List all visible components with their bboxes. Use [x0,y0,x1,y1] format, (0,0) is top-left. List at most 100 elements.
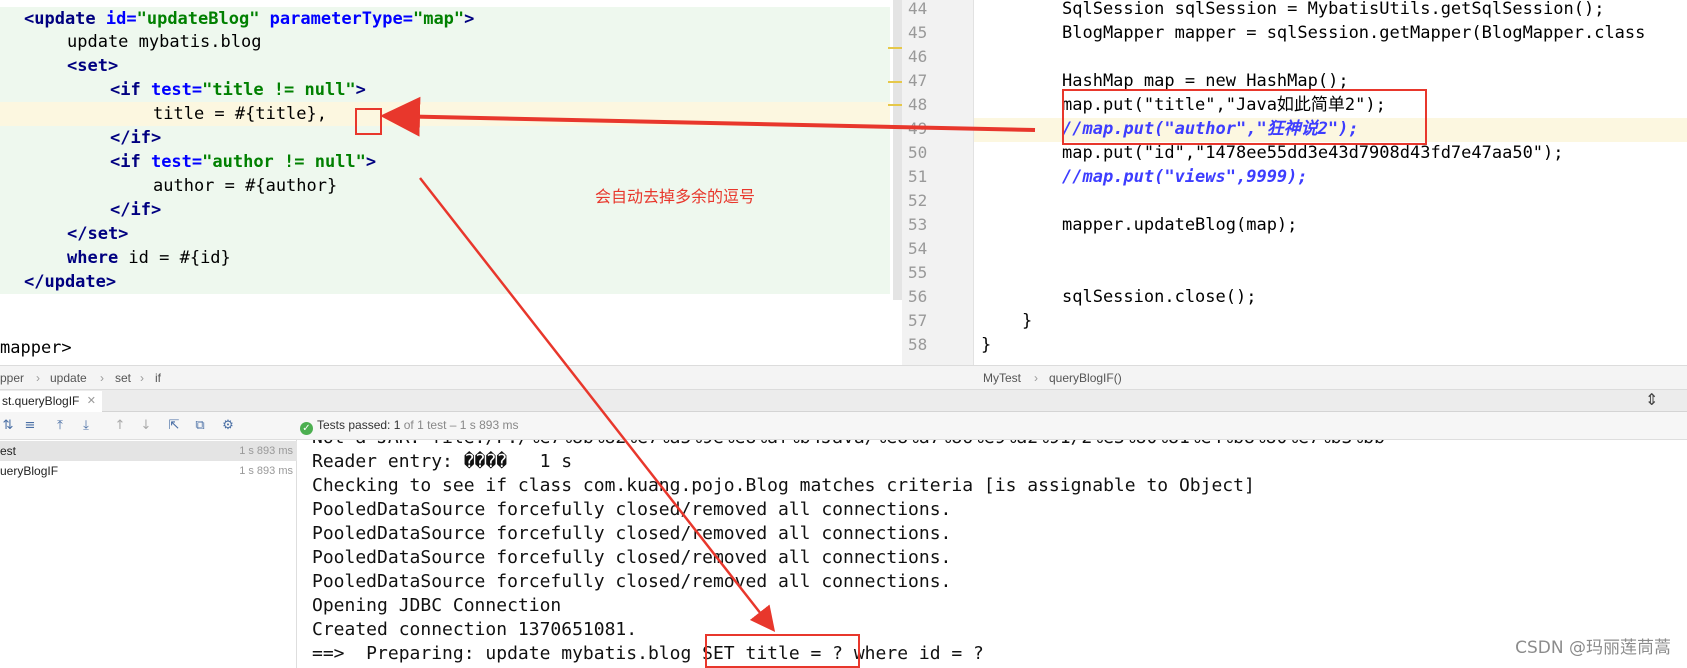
breadcrumb-separator: › [100,371,104,385]
breadcrumb-item[interactable]: MyTest [983,371,1021,385]
run-tab-label: st.queryBlogIF [2,394,80,408]
change-marker [888,81,902,83]
line-number: 57 [908,311,928,330]
code-token: where [67,248,129,268]
code-line: </set> [0,222,890,246]
next-failed-icon[interactable]: ↓ [138,418,154,434]
console-line: Opening JDBC Connection [312,595,562,616]
code-highlight-box [1062,89,1427,145]
code-line: <set> [0,54,890,78]
code-line: title = #{title}, [0,102,890,126]
change-marker [888,104,902,106]
breadcrumb-item[interactable]: set [115,371,131,385]
collapse-all-icon[interactable]: ⤓ [78,418,94,434]
code-text: <if test="author != null"> [110,150,376,174]
breadcrumb-separator: › [36,371,40,385]
previous-failed-icon[interactable]: ↑ [112,418,128,434]
breadcrumb-item[interactable]: if [155,371,161,385]
line-number: 46 [908,47,928,66]
code-token: > [464,9,475,29]
code-token: test= [150,80,203,100]
run-tab[interactable]: st.queryBlogIF ✕ [0,391,102,412]
check-icon: ✓ [300,422,313,435]
code-token: id= [105,9,137,29]
breadcrumb-item[interactable]: queryBlogIF() [1049,371,1122,385]
sort-by-duration-icon[interactable]: ≡ [22,418,38,434]
annotation-text: 会自动去掉多余的逗号 [595,187,756,206]
gear-icon[interactable]: ⚙ [220,418,236,434]
console-line: Created connection 1370651081. [312,619,638,640]
code-text: update mybatis.blog [67,32,262,52]
line-number: 55 [908,263,928,282]
code-line: <if test="author != null"> [0,150,890,174]
import-icon[interactable]: ⧉ [192,418,208,434]
console-line: Not a JAR: file:/F:/%e7%8b%82%e7%a5%9e%e… [312,440,1385,450]
code-line: <if test="title != null"> [0,78,890,102]
code-line: mapper.updateBlog(map); [1062,215,1298,235]
code-token: <if [110,152,151,172]
console-line: PooledDataSource forcefully closed/remov… [312,571,952,592]
line-number: 47 [908,71,928,90]
code-token: "author != null" [202,152,366,172]
code-text: mapper> [0,338,72,358]
breadcrumb-bar: pper › update › set › if MyTest › queryB… [0,365,1687,390]
code-token: "updateBlog" [136,9,270,29]
code-line: SqlSession sqlSession = MybatisUtils.get… [1062,0,1605,19]
java-editor[interactable]: 44 45 46 47 48 49 50 51 52 53 54 55 56 57 58 SqlSessio… [902,0,1687,365]
code-text: <if test="title != null"> [110,78,366,102]
test-duration: 1 s 893 ms [239,465,293,477]
code-line: where id = #{id} [0,246,890,270]
console-line: Reader entry: ���� 1 s [312,451,573,472]
breadcrumb-item[interactable]: pper [0,371,24,385]
code-token: id = #{id} [128,248,231,268]
code-token: parameterType= [269,9,413,29]
test-tree-row[interactable]: est 1 s 893 ms [0,441,297,461]
line-number: 52 [908,191,928,210]
close-icon[interactable]: ✕ [87,391,96,411]
line-number: 45 [908,23,928,42]
expand-all-icon[interactable]: ⤒ [52,418,68,434]
line-number: 58 [908,335,928,354]
sort-icon[interactable]: ⇅ [0,418,16,434]
code-token: test= [150,152,203,172]
line-number: 51 [908,167,928,186]
code-line: </update> [0,270,890,294]
resize-handle-icon[interactable]: ⇕ [1645,390,1658,409]
console-line: Checking to see if class com.kuang.pojo.… [312,475,1255,496]
xml-editor[interactable]: <update id="updateBlog" parameterType="m… [0,0,890,365]
comma-highlight-box [355,108,382,135]
console-line: PooledDataSource forcefully closed/remov… [312,523,952,544]
code-line: mapper> [0,336,890,360]
breadcrumb-item[interactable]: update [50,371,87,385]
left-editor-scrollbar[interactable] [893,0,902,300]
code-text: title = #{title}, [153,104,327,124]
test-name: ueryBlogIF [0,464,59,478]
sql-highlight-box [705,634,860,668]
code-text: <set> [67,56,119,76]
change-marker [888,47,902,49]
code-token: > [355,80,366,100]
line-number: 44 [908,0,928,18]
line-number: 54 [908,239,928,258]
test-tree-row[interactable]: ueryBlogIF 1 s 893 ms [0,461,297,481]
run-tab-bar: st.queryBlogIF ✕ [0,390,1687,412]
test-duration: 1 s 893 ms [239,445,293,457]
line-number: 53 [908,215,928,234]
console-line: PooledDataSource forcefully closed/remov… [312,547,952,568]
breadcrumb-separator: › [1034,371,1038,385]
code-line: } [981,335,992,355]
console-output[interactable]: Not a JAR: file:/F:/%e7%8b%82%e7%a5%9e%e… [298,440,1687,668]
code-line: </if> [0,126,890,150]
code-line: sqlSession.close(); [1062,287,1257,307]
code-token: "title != null" [202,80,356,100]
test-name: est [0,444,17,458]
breadcrumb-separator: › [140,371,144,385]
code-line: update mybatis.blog [0,30,890,54]
code-text: <update id="updateBlog" parameterType="m… [24,7,474,31]
code-line: author = #{author} [0,174,890,198]
line-number: 56 [908,287,928,306]
export-icon[interactable]: ⇱ [166,418,182,434]
line-number: 49 [908,119,928,138]
code-line: } [1022,311,1033,331]
